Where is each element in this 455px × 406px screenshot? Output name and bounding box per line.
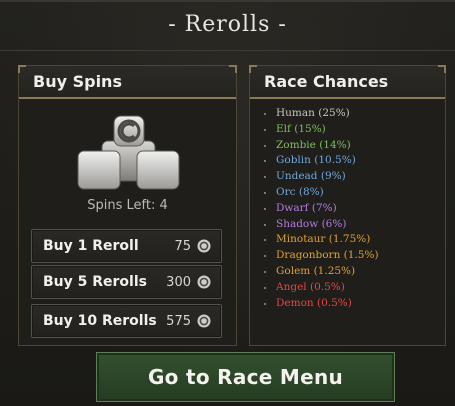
buy-spins-panel: Buy Spins Spins Left: 4 Buy 1 Reroll 75 … xyxy=(18,65,237,346)
race-chances-panel: Race Chances Human (25%) Elf (15%) Zombi… xyxy=(249,65,446,346)
race-chance-text: Golem (1.25%) xyxy=(276,264,356,277)
coin-icon xyxy=(197,314,211,328)
race-chance-text: Goblin (10.5%) xyxy=(276,154,356,167)
buy-option-label: Buy 5 Rerolls xyxy=(43,274,147,290)
race-chance-item: Dragonborn (1.5%) xyxy=(264,248,379,264)
buy-option-cost: 300 xyxy=(166,275,191,290)
panel-corner xyxy=(249,65,257,73)
page-title: - Rerolls - xyxy=(168,12,287,37)
buy-option-label: Buy 1 Reroll xyxy=(43,238,139,254)
race-chance-text: Human (25%) xyxy=(276,107,350,119)
race-chance-item: Elf (15%) xyxy=(264,122,379,138)
race-chance-item: Dwarf (7%) xyxy=(264,201,379,217)
buy-5-rerolls-button[interactable]: Buy 5 Rerolls 300 xyxy=(31,265,222,299)
race-chance-text: Undead (9%) xyxy=(276,170,346,183)
race-chance-item: Zombie (14%) xyxy=(264,138,379,154)
race-chance-item: Angel (0.5%) xyxy=(264,280,379,296)
race-chance-list: Human (25%) Elf (15%) Zombie (14%) Gobli… xyxy=(264,106,379,312)
buy-10-rerolls-button[interactable]: Buy 10 Rerolls 575 xyxy=(31,304,222,338)
race-chance-text: Dragonborn (1.5%) xyxy=(276,249,379,262)
panel-corner xyxy=(229,65,237,73)
panel-corner xyxy=(438,65,446,73)
race-chance-text: Minotaur (1.75%) xyxy=(276,233,371,246)
race-chance-item: Demon (0.5%) xyxy=(264,296,379,312)
buy-spins-header: Buy Spins xyxy=(19,66,236,99)
go-to-race-menu-label: Go to Race Menu xyxy=(147,365,344,389)
coin-icon xyxy=(197,275,211,289)
rerolls-window: - Rerolls - Buy Spins Spins Left: 4 Buy … xyxy=(0,0,455,406)
spins-left-label: Spins Left: 4 xyxy=(87,198,168,213)
coin-icon xyxy=(197,239,211,253)
race-chance-item: Minotaur (1.75%) xyxy=(264,232,379,248)
race-chance-text: Orc (8%) xyxy=(276,185,324,198)
buy-option-cost: 575 xyxy=(166,314,191,329)
race-chance-item: Undead (9%) xyxy=(264,169,379,185)
race-chance-text: Shadow (6%) xyxy=(276,217,347,230)
race-chance-text: Elf (15%) xyxy=(276,122,326,135)
title-divider xyxy=(0,50,455,51)
race-chance-text: Dwarf (7%) xyxy=(276,201,337,214)
go-to-race-menu-button[interactable]: Go to Race Menu xyxy=(96,352,395,402)
panel-corner xyxy=(18,65,26,73)
race-chances-heading: Race Chances xyxy=(264,72,389,91)
buy-option-label: Buy 10 Rerolls xyxy=(43,313,157,329)
race-chance-text: Angel (0.5%) xyxy=(276,280,345,293)
race-chance-item: Human (25%) xyxy=(264,106,379,122)
race-chance-item: Goblin (10.5%) xyxy=(264,153,379,169)
buy-1-reroll-button[interactable]: Buy 1 Reroll 75 xyxy=(31,229,222,263)
race-chance-item: Shadow (6%) xyxy=(264,217,379,233)
buy-option-cost: 75 xyxy=(174,239,191,254)
race-chance-item: Orc (8%) xyxy=(264,185,379,201)
race-chance-text: Demon (0.5%) xyxy=(276,296,352,309)
race-chance-item: Golem (1.25%) xyxy=(264,264,379,280)
race-chance-text: Zombie (14%) xyxy=(276,138,351,151)
buy-spins-heading: Buy Spins xyxy=(33,72,122,91)
race-chances-header: Race Chances xyxy=(250,66,445,99)
